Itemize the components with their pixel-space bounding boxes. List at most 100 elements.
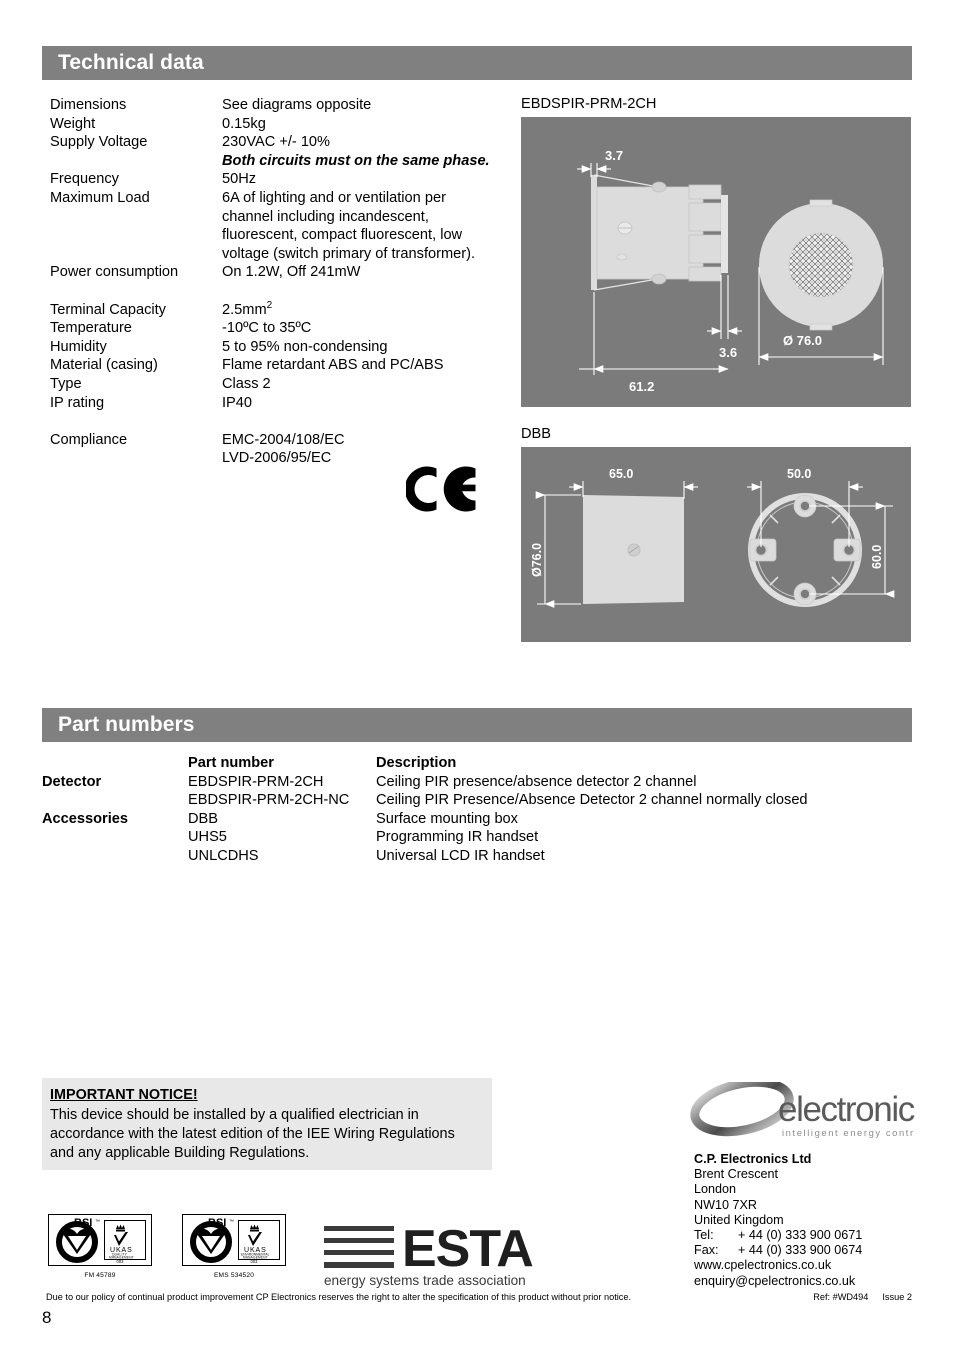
svg-text:61.2: 61.2 bbox=[629, 379, 654, 394]
svg-text:3.6: 3.6 bbox=[719, 345, 737, 360]
spec-value: -10ºC to 35ºC bbox=[222, 320, 312, 337]
cell-group: Accessories bbox=[42, 810, 129, 827]
bsi-quality-management-logo: BSI ™ UKAS QUALITY MANAGEMENT 003 FM 457… bbox=[48, 1214, 152, 1279]
important-notice-title: IMPORTANT NOTICE! bbox=[50, 1087, 198, 1103]
spec-row: Humidity 5 to 95% non-condensing bbox=[50, 338, 490, 357]
company-city: London bbox=[694, 1182, 737, 1197]
spec-label: Type bbox=[50, 375, 82, 392]
bsi-environmental-management-logo: BSI ™ UKAS ENVIRONMENTAL MANAGEMENT 003 … bbox=[182, 1214, 286, 1279]
diagram-title-detector: EBDSPIR-PRM-2CH bbox=[521, 96, 657, 112]
spec-row: Maximum Load 6A of lighting and or venti… bbox=[50, 189, 490, 263]
diagram-title-dbb: DBB bbox=[521, 426, 552, 442]
spec-row: Dimensions See diagrams opposite bbox=[50, 96, 490, 115]
svg-text:™: ™ bbox=[95, 1219, 100, 1225]
spec-value: 5 to 95% non-condensing bbox=[222, 338, 388, 355]
esta-logo: ESTA energy systems trade association bbox=[322, 1214, 550, 1290]
fax-value: + 44 (0) 333 900 0674 bbox=[738, 1243, 863, 1258]
column-header-part-number: Part number bbox=[188, 755, 274, 771]
svg-text:intelligent energy control: intelligent energy control bbox=[782, 1127, 915, 1138]
spec-label: Terminal Capacity bbox=[50, 301, 166, 318]
cell-part-number: UNLCDHS bbox=[188, 847, 259, 864]
company-website[interactable]: www.cpelectronics.co.uk bbox=[694, 1258, 924, 1273]
spec-row: Material (casing) Flame retardant ABS an… bbox=[50, 356, 490, 375]
spec-value-superscript: 2 bbox=[266, 299, 273, 311]
spec-label: Temperature bbox=[50, 320, 132, 337]
spec-label: Material (casing) bbox=[50, 357, 158, 374]
spec-value-text: 2.5mm bbox=[222, 301, 267, 318]
part-numbers-table: Part number Description Detector EBDSPIR… bbox=[42, 754, 922, 865]
fax-label: Fax: bbox=[694, 1243, 719, 1258]
svg-text:energy systems trade associati: energy systems trade association bbox=[324, 1273, 526, 1288]
spec-value: 230VAC +/- 10% bbox=[222, 134, 331, 151]
spec-label: Compliance bbox=[50, 431, 128, 448]
cell-part-number: DBB bbox=[188, 810, 219, 827]
spec-value: 0.15kg bbox=[222, 115, 266, 132]
svg-text:65.0: 65.0 bbox=[609, 467, 633, 481]
company-telephone: Tel: + 44 (0) 333 900 0671 bbox=[694, 1228, 924, 1243]
spec-value: On 1.2W, Off 241mW bbox=[222, 264, 361, 281]
spec-row: Frequency 50Hz bbox=[50, 170, 490, 189]
spec-row: Type Class 2 bbox=[50, 375, 490, 394]
company-postcode: NW10 7XR bbox=[694, 1197, 757, 1212]
important-notice-box: IMPORTANT NOTICE! This device should be … bbox=[42, 1078, 492, 1170]
company-address-block: C.P. Electronics Ltd Brent Crescent Lond… bbox=[694, 1152, 924, 1289]
svg-text:electronics: electronics bbox=[778, 1090, 915, 1129]
spec-value: EMC-2004/108/EC bbox=[222, 431, 345, 448]
spec-label: Frequency bbox=[50, 171, 119, 188]
spec-row: Terminal Capacity 2.5mm2 bbox=[50, 299, 490, 320]
spec-row: Temperature -10ºC to 35ºC bbox=[50, 319, 490, 338]
footer-ref-label: Ref: #WD494 bbox=[813, 1292, 869, 1302]
spec-label: IP rating bbox=[50, 394, 105, 411]
ce-mark-icon bbox=[404, 462, 486, 516]
svg-text:™: ™ bbox=[229, 1219, 234, 1225]
spec-label: Power consumption bbox=[50, 264, 179, 281]
page-number: 8 bbox=[42, 1308, 52, 1327]
datasheet-page: Technical data Dimensions See diagrams o… bbox=[0, 0, 954, 1350]
spec-row-note: Both circuits must on the same phase. bbox=[50, 152, 490, 171]
technical-data-spec-list: Dimensions See diagrams opposite Weight … bbox=[50, 96, 490, 468]
svg-text:Ø 76.0: Ø 76.0 bbox=[783, 333, 822, 348]
telephone-label: Tel: bbox=[694, 1228, 714, 1243]
svg-text:CP: CP bbox=[712, 1088, 760, 1129]
spec-value: IP40 bbox=[222, 394, 253, 411]
footer-disclaimer: Due to our policy of continual product i… bbox=[46, 1292, 632, 1302]
bsi-certificate-number: EMS 534520 bbox=[213, 1272, 255, 1279]
spec-label: Supply Voltage bbox=[50, 134, 148, 151]
diagram-detector-dimensions: 3.7 3.6 61.2 Ø 76.0 bbox=[521, 117, 911, 407]
table-row: Detector EBDSPIR-PRM-2CH Ceiling PIR pre… bbox=[42, 773, 922, 792]
spec-value: Flame retardant ABS and PC/ABS bbox=[222, 357, 444, 374]
company-fax: Fax: + 44 (0) 333 900 0674 bbox=[694, 1243, 924, 1258]
company-email[interactable]: enquiry@cpelectronics.co.uk bbox=[694, 1274, 924, 1289]
cell-part-number: EBDSPIR-PRM-2CH-NC bbox=[188, 792, 350, 808]
spec-label: Humidity bbox=[50, 338, 107, 355]
spec-label: Dimensions bbox=[50, 97, 127, 113]
spec-spacer bbox=[50, 412, 490, 431]
spec-row: IP rating IP40 bbox=[50, 394, 490, 413]
footer-issue: Issue 2 bbox=[882, 1292, 912, 1302]
svg-text:003: 003 bbox=[251, 1259, 259, 1264]
cell-part-number: UHS5 bbox=[188, 829, 227, 845]
spec-label: Maximum Load bbox=[50, 189, 150, 206]
spec-value: Class 2 bbox=[222, 375, 271, 392]
cell-description: Ceiling PIR Presence/Absence Detector 2 … bbox=[376, 792, 808, 808]
company-name: C.P. Electronics Ltd bbox=[694, 1152, 812, 1166]
svg-text:BSI: BSI bbox=[74, 1217, 92, 1229]
company-street: Brent Crescent bbox=[694, 1167, 778, 1182]
table-row: UHS5 Programming IR handset bbox=[42, 828, 922, 847]
cell-description: Universal LCD IR handset bbox=[376, 847, 545, 864]
bsi-certificate-number: FM 45789 bbox=[84, 1272, 116, 1279]
spec-value: 6A of lighting and or ventilation per ch… bbox=[222, 189, 476, 262]
footer-reference: Ref: #WD494 Issue 2 bbox=[813, 1292, 912, 1303]
company-country: United Kingdom bbox=[694, 1212, 784, 1227]
svg-text:60.0: 60.0 bbox=[870, 545, 884, 569]
svg-text:BSI: BSI bbox=[208, 1217, 226, 1229]
cell-description: Programming IR handset bbox=[376, 829, 539, 845]
spec-label: Weight bbox=[50, 115, 96, 132]
spec-spacer bbox=[50, 282, 490, 301]
svg-text:3.7: 3.7 bbox=[605, 148, 623, 163]
telephone-value: + 44 (0) 333 900 0671 bbox=[738, 1228, 863, 1243]
svg-text:Ø76.0: Ø76.0 bbox=[530, 543, 544, 577]
section-header-part-numbers: Part numbers bbox=[42, 708, 912, 742]
spec-row: Supply Voltage 230VAC +/- 10% bbox=[50, 133, 490, 152]
table-row: UNLCDHS Universal LCD IR handset bbox=[42, 847, 922, 866]
